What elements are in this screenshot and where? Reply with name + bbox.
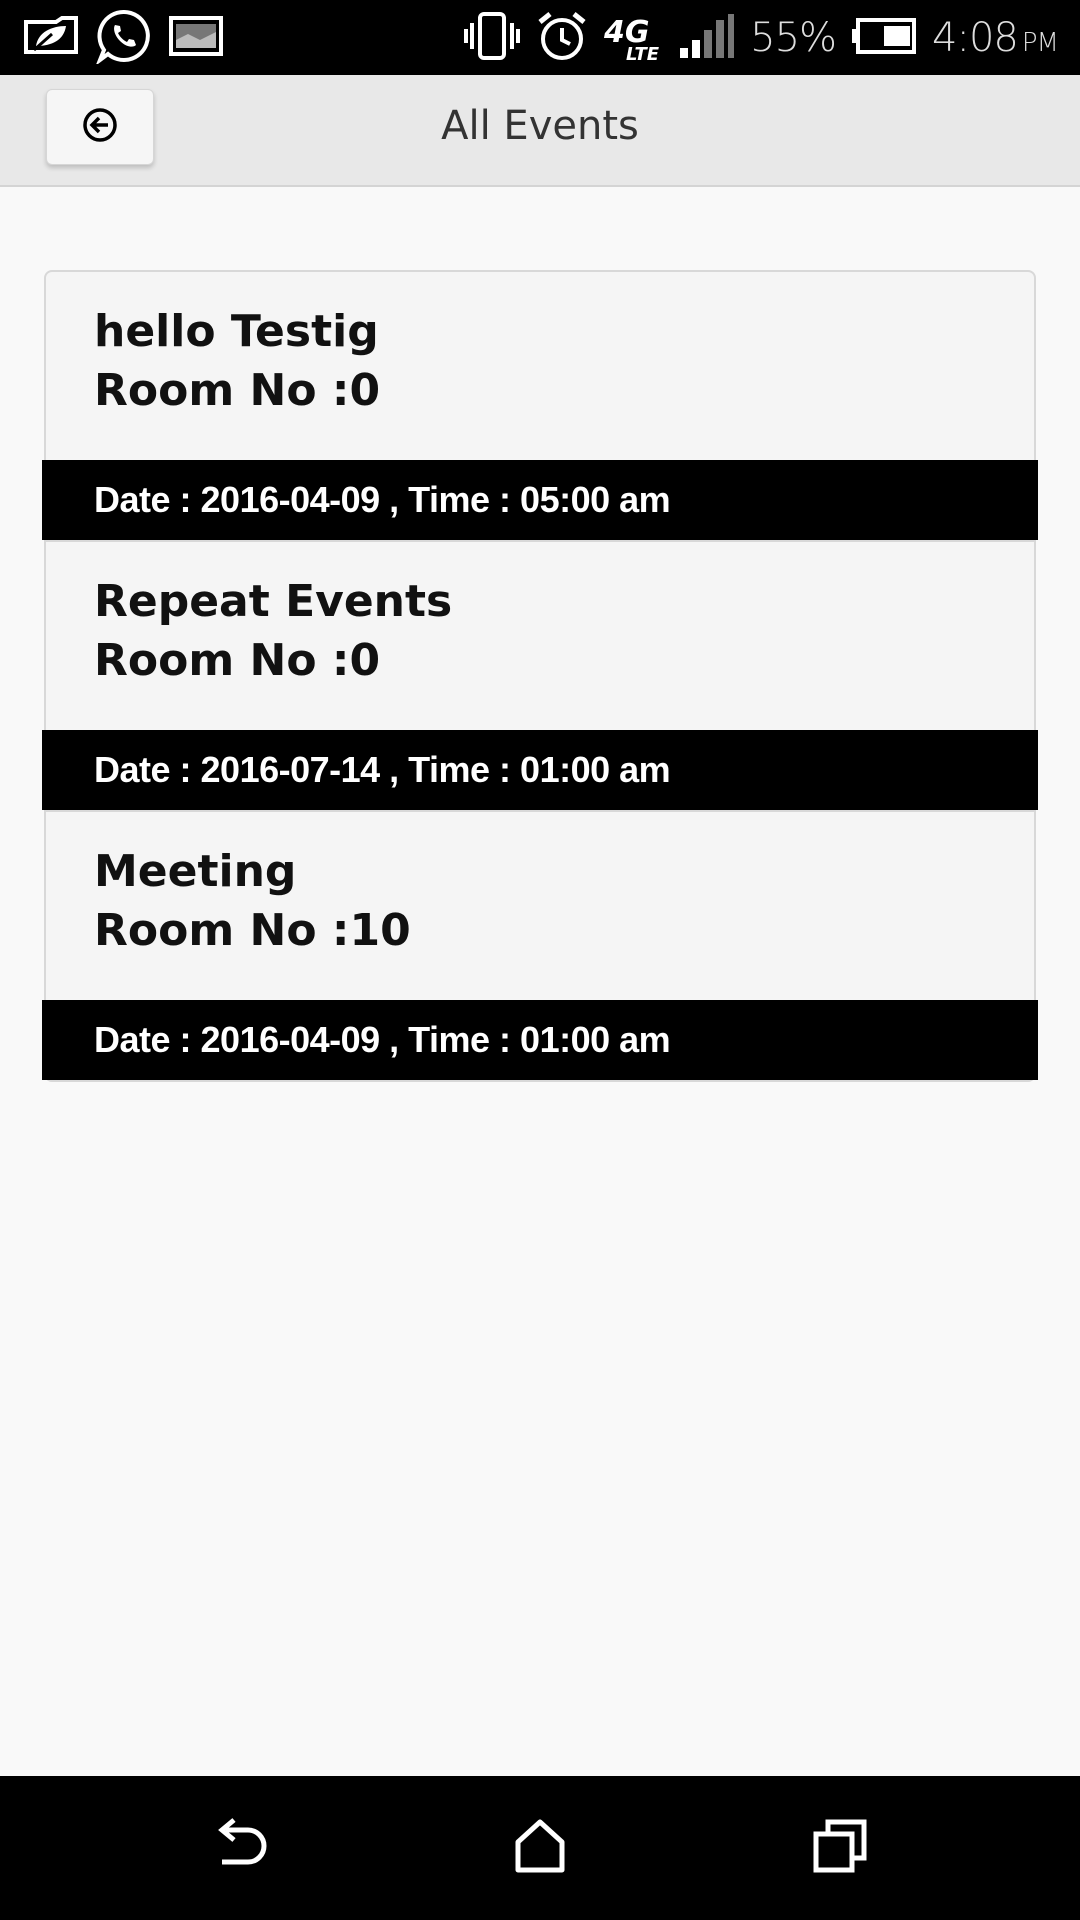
- event-datetime: Date : 2016-07-14 , Time : 01:00 am: [42, 730, 1038, 810]
- event-item[interactable]: Meeting Room No :10 Date : 2016-04-09 , …: [42, 812, 1038, 1082]
- event-title: hello Testig: [94, 306, 379, 357]
- event-body: Meeting Room No :10: [46, 812, 1034, 1000]
- event-datetime: Date : 2016-04-09 , Time : 05:00 am: [42, 460, 1038, 540]
- page-title: All Events: [441, 103, 639, 149]
- clock-ampm: PM: [1021, 28, 1059, 58]
- event-item[interactable]: Repeat Events Room No :0 Date : 2016-07-…: [42, 542, 1038, 812]
- whatsapp-icon: [95, 8, 152, 69]
- event-room: Room No :0: [94, 365, 381, 416]
- event-title: Repeat Events: [94, 576, 453, 627]
- status-bar-system: 4G LTE 55% 4:08 PM: [462, 10, 1059, 67]
- status-bar: 4G LTE 55% 4:08 PM: [0, 0, 1080, 75]
- home-icon: [512, 1818, 568, 1879]
- clock-time: 4:08: [932, 15, 1019, 61]
- nav-recents-button[interactable]: [740, 1776, 940, 1920]
- svg-text:LTE: LTE: [626, 44, 660, 62]
- back-button[interactable]: [46, 89, 154, 165]
- event-item[interactable]: hello Testig Room No :0 Date : 2016-04-0…: [42, 270, 1038, 542]
- signal-icon: [678, 12, 736, 65]
- battery-percent: 55%: [750, 15, 837, 61]
- alarm-icon: [536, 10, 588, 67]
- event-body: hello Testig Room No :0: [46, 272, 1034, 460]
- battery-icon: [850, 16, 918, 61]
- event-room: Room No :10: [94, 905, 411, 956]
- back-arrow-circle-icon: [82, 107, 118, 148]
- nav-home-button[interactable]: [440, 1776, 640, 1920]
- app-header: All Events: [0, 75, 1080, 187]
- system-nav-bar: [0, 1776, 1080, 1920]
- event-body: Repeat Events Room No :0: [46, 542, 1034, 730]
- events-list: hello Testig Room No :0 Date : 2016-04-0…: [42, 270, 1038, 1082]
- notification-leaf-icon: [22, 15, 80, 61]
- screen: 4G LTE 55% 4:08 PM All Events hello Test…: [0, 0, 1080, 1920]
- vibrate-icon: [462, 11, 522, 66]
- back-icon: [210, 1817, 270, 1879]
- event-title: Meeting: [94, 846, 297, 897]
- event-room: Room No :0: [94, 635, 381, 686]
- 4g-lte-icon: 4G LTE: [602, 10, 664, 67]
- recents-icon: [812, 1818, 868, 1879]
- nav-back-button[interactable]: [140, 1776, 340, 1920]
- event-datetime: Date : 2016-04-09 , Time : 01:00 am: [42, 1000, 1038, 1080]
- status-bar-notifications: [22, 8, 224, 69]
- image-icon: [168, 14, 224, 63]
- clock: 4:08 PM: [932, 15, 1059, 61]
